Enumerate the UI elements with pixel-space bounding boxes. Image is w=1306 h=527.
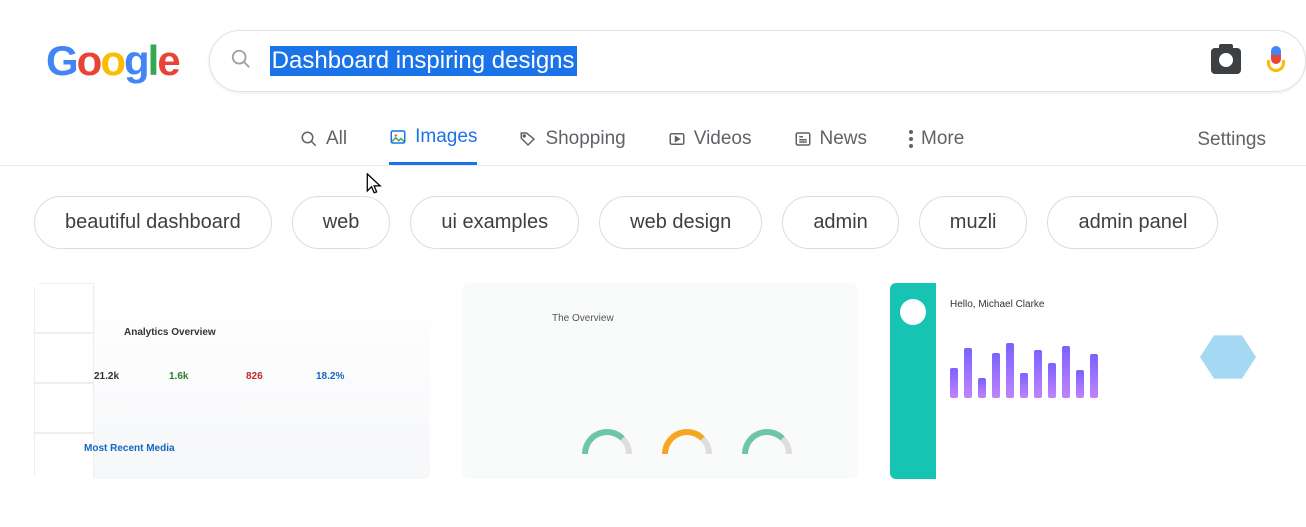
thumb-heading: Analytics Overview <box>124 327 216 338</box>
chip[interactable]: web design <box>599 196 762 249</box>
tab-all[interactable]: All <box>300 128 347 164</box>
settings-link[interactable]: Settings <box>1197 129 1266 165</box>
tab-news[interactable]: News <box>794 128 868 164</box>
thumb-stat: 826 <box>246 371 263 382</box>
thumb-stat: 1.6k <box>169 371 188 382</box>
chip[interactable]: beautiful dashboard <box>34 196 272 249</box>
video-icon <box>668 130 686 148</box>
image-results: Analytics Overview 21.2k 1.6k 826 18.2% … <box>0 249 1306 479</box>
tab-images[interactable]: Images <box>389 126 477 165</box>
search-input[interactable]: Dashboard inspiring designs <box>270 46 577 76</box>
chip[interactable]: ui examples <box>410 196 579 249</box>
google-logo[interactable]: Google <box>46 37 179 85</box>
thumb-heading: The Overview <box>552 313 614 324</box>
search-tabs: All Images Shopping Videos News <box>300 126 964 165</box>
news-icon <box>794 130 812 148</box>
thumb-greeting: Hello, Michael Clarke <box>950 299 1044 310</box>
search-icon <box>300 130 318 148</box>
mic-icon[interactable] <box>1267 46 1285 76</box>
thumb-footer: Most Recent Media <box>84 443 175 454</box>
search-bar[interactable]: Dashboard inspiring designs <box>209 30 1306 92</box>
tab-label: Videos <box>694 128 752 150</box>
camera-icon[interactable] <box>1211 48 1241 74</box>
tab-label: Shopping <box>545 128 625 150</box>
chip[interactable]: admin panel <box>1047 196 1218 249</box>
filter-chips: beautiful dashboard web ui examples web … <box>0 166 1306 249</box>
result-thumbnail[interactable]: The Overview <box>462 283 858 479</box>
search-icon <box>230 48 252 75</box>
more-icon <box>909 130 913 148</box>
tab-videos[interactable]: Videos <box>668 128 752 164</box>
chip[interactable]: web <box>292 196 391 249</box>
result-thumbnail[interactable]: Analytics Overview 21.2k 1.6k 826 18.2% … <box>34 283 430 479</box>
chip[interactable]: admin <box>782 196 898 249</box>
tab-label: News <box>820 128 868 150</box>
thumb-stat: 21.2k <box>94 371 119 382</box>
result-thumbnail[interactable]: Hello, Michael Clarke <box>890 283 1286 479</box>
images-icon <box>389 128 407 146</box>
tab-more[interactable]: More <box>909 128 964 164</box>
tab-label: More <box>921 128 964 150</box>
thumb-stat: 18.2% <box>316 371 344 382</box>
chip[interactable]: muzli <box>919 196 1028 249</box>
tab-shopping[interactable]: Shopping <box>519 128 625 164</box>
tab-label: All <box>326 128 347 150</box>
tab-label: Images <box>415 126 477 148</box>
tag-icon <box>519 130 537 148</box>
